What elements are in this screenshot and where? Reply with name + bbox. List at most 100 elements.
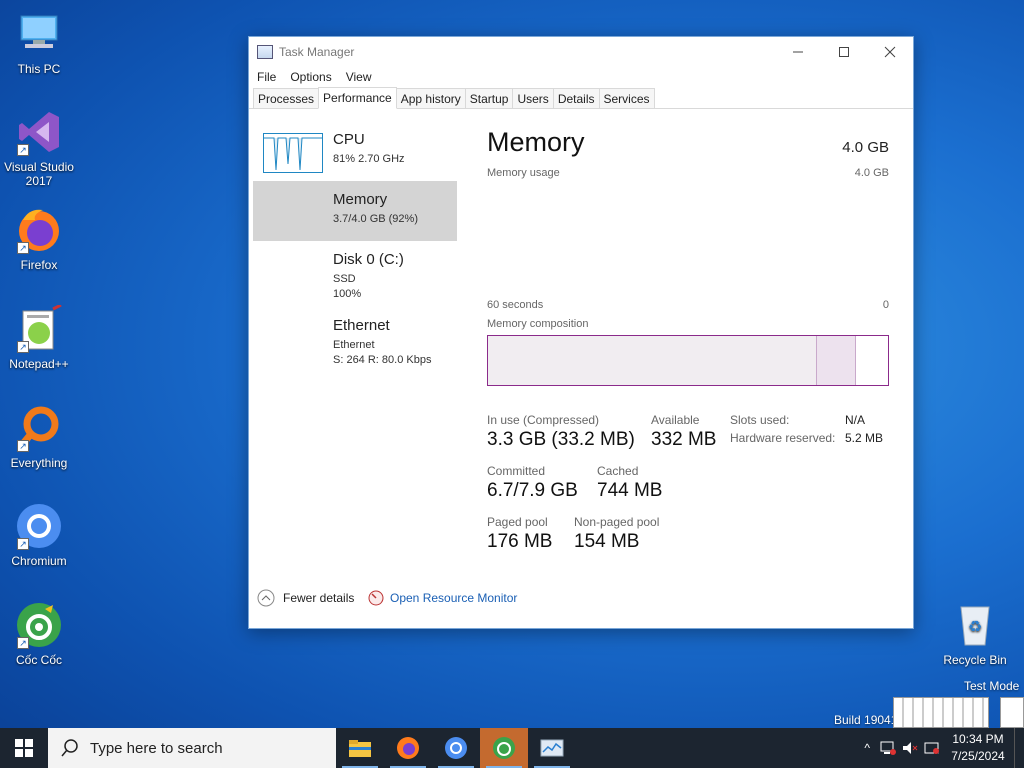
search-icon <box>61 739 78 757</box>
chevron-up-icon <box>257 589 275 607</box>
memory-total: 4.0 GB <box>842 139 889 156</box>
minimize-icon <box>793 51 803 53</box>
desktop-icon-coc-coc[interactable]: ↗ Cốc Cốc <box>0 601 78 667</box>
recycle-bin-icon: ♻ <box>951 601 999 649</box>
sidebar-item-name: Disk 0 (C:) <box>333 251 404 268</box>
tab-users[interactable]: Users <box>512 88 554 108</box>
sidebar-item-detail: 81% 2.70 GHz <box>333 153 405 165</box>
taskbar: Type here to search ^ 10:34 PM 7/25/2024 <box>0 728 1024 768</box>
firefox-icon <box>397 737 419 759</box>
cached-value: 744 MB <box>597 480 663 501</box>
tab-performance[interactable]: Performance <box>318 87 397 109</box>
menu-options[interactable]: Options <box>290 70 331 84</box>
taskbar-search-box[interactable]: Type here to search <box>48 728 336 768</box>
action-center-icon[interactable] <box>924 741 940 755</box>
memory-usage-max: 4.0 GB <box>854 167 889 179</box>
available-value: 332 MB <box>651 429 717 450</box>
open-resource-monitor-link[interactable]: Open Resource Monitor <box>367 589 517 607</box>
sidebar-item-cpu[interactable]: CPU 81% 2.70 GHz <box>253 121 457 181</box>
fewer-details-button[interactable]: Fewer details <box>257 589 354 607</box>
sidebar-item-disk[interactable]: Disk 0 (C:) SSD 100% <box>253 241 457 311</box>
tray-overflow-thumbnail <box>893 697 989 728</box>
available-label: Available <box>651 413 700 427</box>
desktop-icon-label: Notepad++ <box>9 357 69 371</box>
task-manager-icon <box>540 739 564 757</box>
clock-date: 7/25/2024 <box>951 749 1005 763</box>
shortcut-arrow-icon: ↗ <box>17 144 29 156</box>
minimize-button[interactable] <box>775 37 821 67</box>
menu-view[interactable]: View <box>346 70 372 84</box>
maximize-button[interactable] <box>821 37 867 67</box>
tab-details[interactable]: Details <box>552 88 600 108</box>
hardware-reserved-label: Hardware reserved: <box>730 431 836 445</box>
in-use-label: In use (Compressed) <box>487 413 600 427</box>
taskbar-task-manager[interactable] <box>528 728 576 768</box>
sidebar-item-detail: S: 264 R: 80.0 Kbps <box>333 354 432 366</box>
cpu-mini-graph <box>263 133 323 173</box>
firefox-icon: ↗ <box>15 206 63 254</box>
resource-monitor-icon <box>368 590 384 606</box>
desktop-icon-chromium[interactable]: ↗ Chromium <box>0 502 78 568</box>
taskbar-file-explorer[interactable] <box>336 728 384 768</box>
title-bar[interactable]: Task Manager <box>249 37 913 67</box>
sidebar-item-ethernet[interactable]: Ethernet Ethernet S: 264 R: 80.0 Kbps <box>253 307 457 369</box>
show-desktop-button[interactable] <box>1014 728 1024 768</box>
memory-title: Memory <box>487 127 585 157</box>
sidebar-item-name: CPU <box>333 131 365 148</box>
chromium-icon: ↗ <box>15 502 63 550</box>
maximize-icon <box>839 47 849 57</box>
desktop-icon-this-pc[interactable]: This PC <box>0 10 78 76</box>
desktop-icon-recycle-bin[interactable]: ♻ Recycle Bin <box>936 601 1014 667</box>
search-placeholder: Type here to search <box>90 739 223 757</box>
close-icon <box>884 46 896 58</box>
start-button[interactable] <box>0 728 48 768</box>
clock-time: 10:34 PM <box>952 732 1004 746</box>
shortcut-arrow-icon: ↗ <box>17 440 29 452</box>
slots-used-label: Slots used: <box>730 413 790 427</box>
desktop-icon-firefox[interactable]: ↗ Firefox <box>0 206 78 272</box>
desktop-icon-visual-studio[interactable]: ↗ Visual Studio 2017 <box>0 108 78 188</box>
test-mode-watermark: Test Mode <box>964 679 1020 693</box>
volume-muted-icon[interactable] <box>902 741 918 755</box>
notepad-plus-plus-icon: ↗ <box>15 303 63 353</box>
non-paged-pool-label: Non-paged pool <box>574 515 660 529</box>
desktop-icon-label: Recycle Bin <box>943 653 1007 667</box>
sidebar-item-memory[interactable]: Memory 3.7/4.0 GB (92%) <box>253 181 457 241</box>
close-button[interactable] <box>867 37 913 67</box>
slots-used-value: N/A <box>845 413 866 427</box>
tab-processes[interactable]: Processes <box>253 88 320 108</box>
in-use-value: 3.3 GB (33.2 MB) <box>487 429 635 450</box>
clock[interactable]: 10:34 PM 7/25/2024 <box>942 731 1014 765</box>
paged-pool-value: 176 MB <box>487 531 553 552</box>
build-watermark: Build 19041 <box>834 713 898 727</box>
open-resource-monitor-label: Open Resource Monitor <box>390 591 518 605</box>
paged-pool-label: Paged pool <box>487 515 548 529</box>
everything-search-icon: ↗ <box>15 404 63 452</box>
svg-text:♻: ♻ <box>968 617 982 636</box>
desktop-icon-everything[interactable]: ↗ Everything <box>0 404 78 470</box>
chromium-icon <box>445 737 467 759</box>
composition-in-use-segment <box>488 336 816 385</box>
taskbar-chromium[interactable] <box>432 728 480 768</box>
visual-studio-icon: ↗ <box>15 108 63 156</box>
tab-app-history[interactable]: App history <box>395 88 466 108</box>
taskbar-firefox[interactable] <box>384 728 432 768</box>
desktop-icon-label: Visual Studio 2017 <box>4 160 74 188</box>
desktop-icon-notepad-plus-plus[interactable]: ↗ Notepad++ <box>0 303 78 371</box>
taskbar-coc-coc[interactable] <box>480 728 528 768</box>
desktop-icon-label: Cốc Cốc <box>15 653 62 667</box>
shortcut-arrow-icon: ↗ <box>17 637 29 649</box>
chevron-up-icon[interactable]: ^ <box>864 741 870 755</box>
memory-composition-bar <box>487 335 889 386</box>
shortcut-arrow-icon: ↗ <box>17 242 29 254</box>
committed-value: 6.7/7.9 GB <box>487 480 578 501</box>
task-manager-window: Task Manager File Options View Processes… <box>248 36 914 629</box>
fewer-details-label: Fewer details <box>283 591 355 605</box>
tab-services[interactable]: Services <box>598 88 655 108</box>
computer-icon <box>15 10 63 58</box>
memory-composition-label: Memory composition <box>487 318 589 330</box>
network-icon[interactable] <box>880 741 896 755</box>
coc-coc-icon <box>493 737 515 759</box>
menu-file[interactable]: File <box>257 70 276 84</box>
tab-startup[interactable]: Startup <box>464 88 514 108</box>
